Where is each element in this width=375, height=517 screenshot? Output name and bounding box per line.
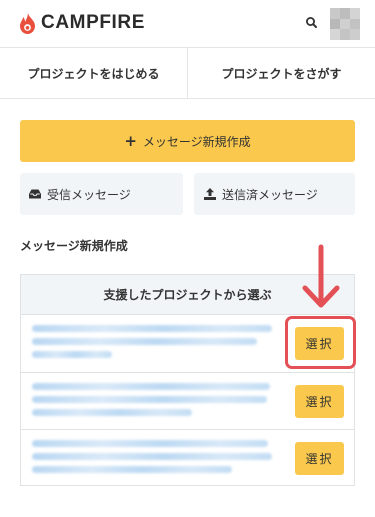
campfire-logo[interactable]: CAMPFIRE bbox=[19, 12, 145, 34]
list-item: 選択 bbox=[21, 429, 354, 486]
flame-icon bbox=[20, 12, 35, 34]
sent-label: 送信済メッセージ bbox=[222, 187, 318, 202]
blurred-project-title bbox=[32, 383, 277, 422]
list-item: 選択 bbox=[21, 372, 354, 429]
nav-find-project[interactable]: プロジェクトをさがす bbox=[187, 48, 375, 98]
down-arrow-annotation bbox=[302, 244, 340, 308]
inbox-button[interactable]: 受信メッセージ bbox=[20, 173, 183, 215]
select-button[interactable]: 選択 bbox=[295, 385, 344, 418]
nav-start-project[interactable]: プロジェクトをはじめる bbox=[0, 48, 187, 98]
search-icon[interactable] bbox=[303, 14, 321, 32]
highlight-box bbox=[285, 316, 356, 369]
section-title: メッセージ新規作成 bbox=[20, 239, 128, 253]
blurred-project-title bbox=[32, 325, 277, 364]
upload-icon bbox=[204, 188, 216, 200]
inbox-tray-icon bbox=[29, 189, 41, 199]
blurred-project-title bbox=[32, 440, 277, 479]
sent-messages-button[interactable]: 送信済メッセージ bbox=[194, 173, 355, 215]
plus-icon: + bbox=[124, 131, 137, 150]
inbox-label: 受信メッセージ bbox=[47, 187, 131, 202]
avatar[interactable] bbox=[330, 8, 360, 40]
new-message-label: メッセージ新規作成 bbox=[142, 134, 251, 149]
app-header: CAMPFIRE bbox=[0, 0, 375, 47]
new-message-button[interactable]: + メッセージ新規作成 bbox=[20, 120, 355, 162]
brand-name: CAMPFIRE bbox=[41, 12, 146, 33]
main-nav: プロジェクトをはじめる プロジェクトをさがす bbox=[0, 47, 375, 99]
select-button[interactable]: 選択 bbox=[295, 442, 344, 475]
